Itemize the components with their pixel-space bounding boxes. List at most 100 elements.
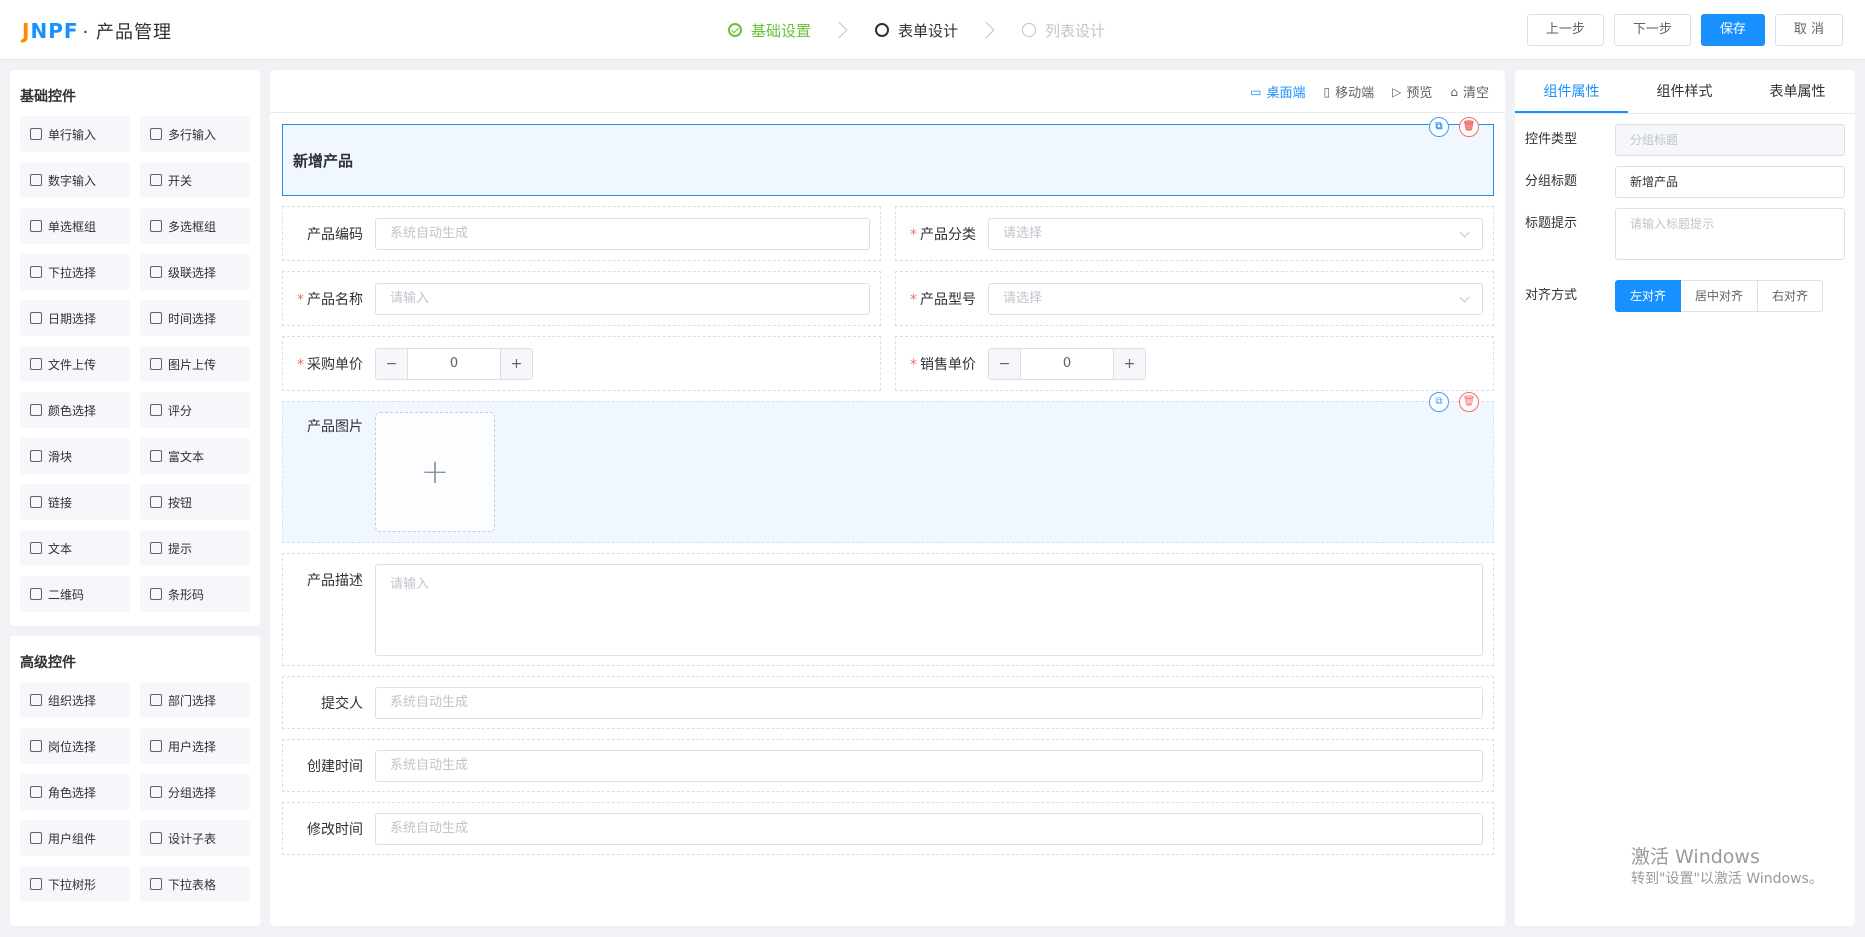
control-item[interactable]: 组织选择 xyxy=(20,682,130,718)
next-button[interactable]: 下一步 xyxy=(1613,14,1691,46)
control-item[interactable]: 用户选择 xyxy=(140,728,250,764)
control-label: 用户组件 xyxy=(48,831,97,846)
prev-button[interactable]: 上一步 xyxy=(1526,14,1604,46)
step-form-design[interactable]: 表单设计 xyxy=(875,20,958,41)
control-label: 二维码 xyxy=(48,587,85,602)
tab-component-style[interactable]: 组件样式 xyxy=(1628,70,1741,113)
title-hint-textarea[interactable]: 请输入标题提示 xyxy=(1615,208,1845,260)
delete-icon[interactable]: 🗑 xyxy=(1459,117,1479,137)
product-category-select[interactable]: 请选择 xyxy=(988,217,1483,250)
control-icon xyxy=(150,266,162,278)
preview-button[interactable]: ▷ 预览 xyxy=(1392,82,1432,102)
plus-icon[interactable]: + xyxy=(500,348,532,379)
group-title-block[interactable]: 新增产品 ⧉ 🗑 xyxy=(282,117,1494,196)
cancel-button[interactable]: 取 消 xyxy=(1774,14,1843,46)
control-label: 富文本 xyxy=(168,449,205,464)
control-item[interactable]: 单行输入 xyxy=(20,116,130,152)
field-created-time[interactable]: 创建时间 系统自动生成 xyxy=(282,739,1494,792)
control-item[interactable]: 多选框组 xyxy=(140,208,250,244)
align-right-button[interactable]: 右对齐 xyxy=(1758,280,1824,312)
control-item[interactable]: 岗位选择 xyxy=(20,728,130,764)
control-item[interactable]: 开关 xyxy=(140,162,250,198)
product-name-input[interactable]: 请输入 xyxy=(375,282,870,315)
minus-icon[interactable]: − xyxy=(376,348,408,379)
control-item[interactable]: 时间选择 xyxy=(140,300,250,336)
control-label: 提示 xyxy=(168,541,193,556)
sale-price-stepper[interactable]: −0 + xyxy=(988,347,1146,380)
control-item[interactable]: 图片上传 xyxy=(140,346,250,382)
field-product-description[interactable]: 产品描述 请输入 xyxy=(282,553,1494,666)
control-item[interactable]: 富文本 xyxy=(140,438,250,474)
field-product-model[interactable]: * 产品型号 请选择 xyxy=(895,271,1494,326)
submitter-input[interactable]: 系统自动生成 xyxy=(375,686,1483,719)
app-title: 产品管理 xyxy=(95,22,172,43)
control-item[interactable]: 数字输入 xyxy=(20,162,130,198)
control-icon xyxy=(30,542,42,554)
control-item[interactable]: 颜色选择 xyxy=(20,392,130,428)
step-list-design[interactable]: 列表设计 xyxy=(1022,20,1105,41)
control-icon xyxy=(30,404,42,416)
product-code-input[interactable]: 系统自动生成 xyxy=(375,217,870,250)
control-item[interactable]: 日期选择 xyxy=(20,300,130,336)
align-left-button[interactable]: 左对齐 xyxy=(1615,280,1682,312)
description-textarea[interactable]: 请输入 xyxy=(375,564,1483,656)
field-product-name[interactable]: * 产品名称 请输入 xyxy=(282,271,881,326)
control-label: 组织选择 xyxy=(48,693,97,708)
tab-form-props[interactable]: 表单属性 xyxy=(1741,70,1854,113)
control-item[interactable]: 级联选择 xyxy=(140,254,250,290)
field-product-image[interactable]: 产品图片 + ⧉ 🗑 xyxy=(282,392,1494,543)
modified-time-input[interactable]: 系统自动生成 xyxy=(375,812,1483,845)
control-label: 角色选择 xyxy=(48,785,97,800)
field-product-code[interactable]: 产品编码 系统自动生成 xyxy=(282,206,881,261)
advanced-controls-title: 高级控件 xyxy=(20,655,76,671)
control-item[interactable]: 按钮 xyxy=(140,484,250,520)
control-item[interactable]: 单选框组 xyxy=(20,208,130,244)
control-label: 单行输入 xyxy=(48,127,97,142)
control-icon xyxy=(30,174,42,186)
mobile-view-button[interactable]: ▯ 移动端 xyxy=(1323,82,1374,102)
clear-button[interactable]: ⌂ 清空 xyxy=(1450,82,1489,102)
control-item[interactable]: 下拉表格 xyxy=(140,866,250,902)
field-submitter[interactable]: 提交人 系统自动生成 xyxy=(282,676,1494,729)
field-sale-price[interactable]: * 销售单价 −0 + xyxy=(895,336,1494,391)
plus-icon[interactable]: + xyxy=(1113,348,1145,379)
copy-icon[interactable]: ⧉ xyxy=(1429,117,1449,137)
control-item[interactable]: 下拉树形 xyxy=(20,866,130,902)
field-modified-time[interactable]: 修改时间 系统自动生成 xyxy=(282,802,1494,855)
control-item[interactable]: 评分 xyxy=(140,392,250,428)
control-icon xyxy=(150,358,162,370)
control-item[interactable]: 提示 xyxy=(140,530,250,566)
created-time-input[interactable]: 系统自动生成 xyxy=(375,749,1483,782)
image-upload-area[interactable]: + xyxy=(375,412,495,532)
purchase-price-stepper[interactable]: −0 + xyxy=(375,347,533,380)
save-button[interactable]: 保存 xyxy=(1700,14,1765,46)
delete-icon[interactable]: 🗑 xyxy=(1459,392,1479,412)
product-model-select[interactable]: 请选择 xyxy=(988,282,1483,315)
control-item[interactable]: 滑块 xyxy=(20,438,130,474)
control-item[interactable]: 链接 xyxy=(20,484,130,520)
group-title-text: 新增产品 xyxy=(293,151,354,170)
desktop-view-button[interactable]: ▭ 桌面端 xyxy=(1250,82,1305,102)
control-item[interactable]: 分组选择 xyxy=(140,774,250,810)
top-bar: JNPF · 产品管理 基础设置 表单设计 列表设计 上一步 下一步 保存 取 消 xyxy=(0,0,1865,60)
control-item[interactable]: 多行输入 xyxy=(140,116,250,152)
control-label: 数字输入 xyxy=(48,173,97,188)
tab-component-props[interactable]: 组件属性 xyxy=(1515,70,1628,113)
copy-icon[interactable]: ⧉ xyxy=(1429,392,1449,412)
control-item[interactable]: 下拉选择 xyxy=(20,254,130,290)
control-item[interactable]: 条形码 xyxy=(140,576,250,612)
control-item[interactable]: 文本 xyxy=(20,530,130,566)
control-item[interactable]: 用户组件 xyxy=(20,820,130,856)
control-item[interactable]: 二维码 xyxy=(20,576,130,612)
control-item[interactable]: 设计子表 xyxy=(140,820,250,856)
minus-icon[interactable]: − xyxy=(989,348,1021,379)
control-item[interactable]: 文件上传 xyxy=(20,346,130,382)
form-canvas: ▭ 桌面端 ▯ 移动端 ▷ 预览 ⌂ 清空 新增产品 ⧉ 🗑 产品编码 系统自动生成 * 产… xyxy=(270,70,1505,926)
field-product-category[interactable]: * 产品分类 请选择 xyxy=(895,206,1494,261)
control-item[interactable]: 角色选择 xyxy=(20,774,130,810)
align-center-button[interactable]: 居中对齐 xyxy=(1681,280,1759,312)
step-basic-settings[interactable]: 基础设置 xyxy=(728,20,811,41)
field-purchase-price[interactable]: * 采购单价 −0 + xyxy=(282,336,881,391)
control-item[interactable]: 部门选择 xyxy=(140,682,250,718)
group-title-input[interactable]: 新增产品 xyxy=(1615,166,1845,198)
